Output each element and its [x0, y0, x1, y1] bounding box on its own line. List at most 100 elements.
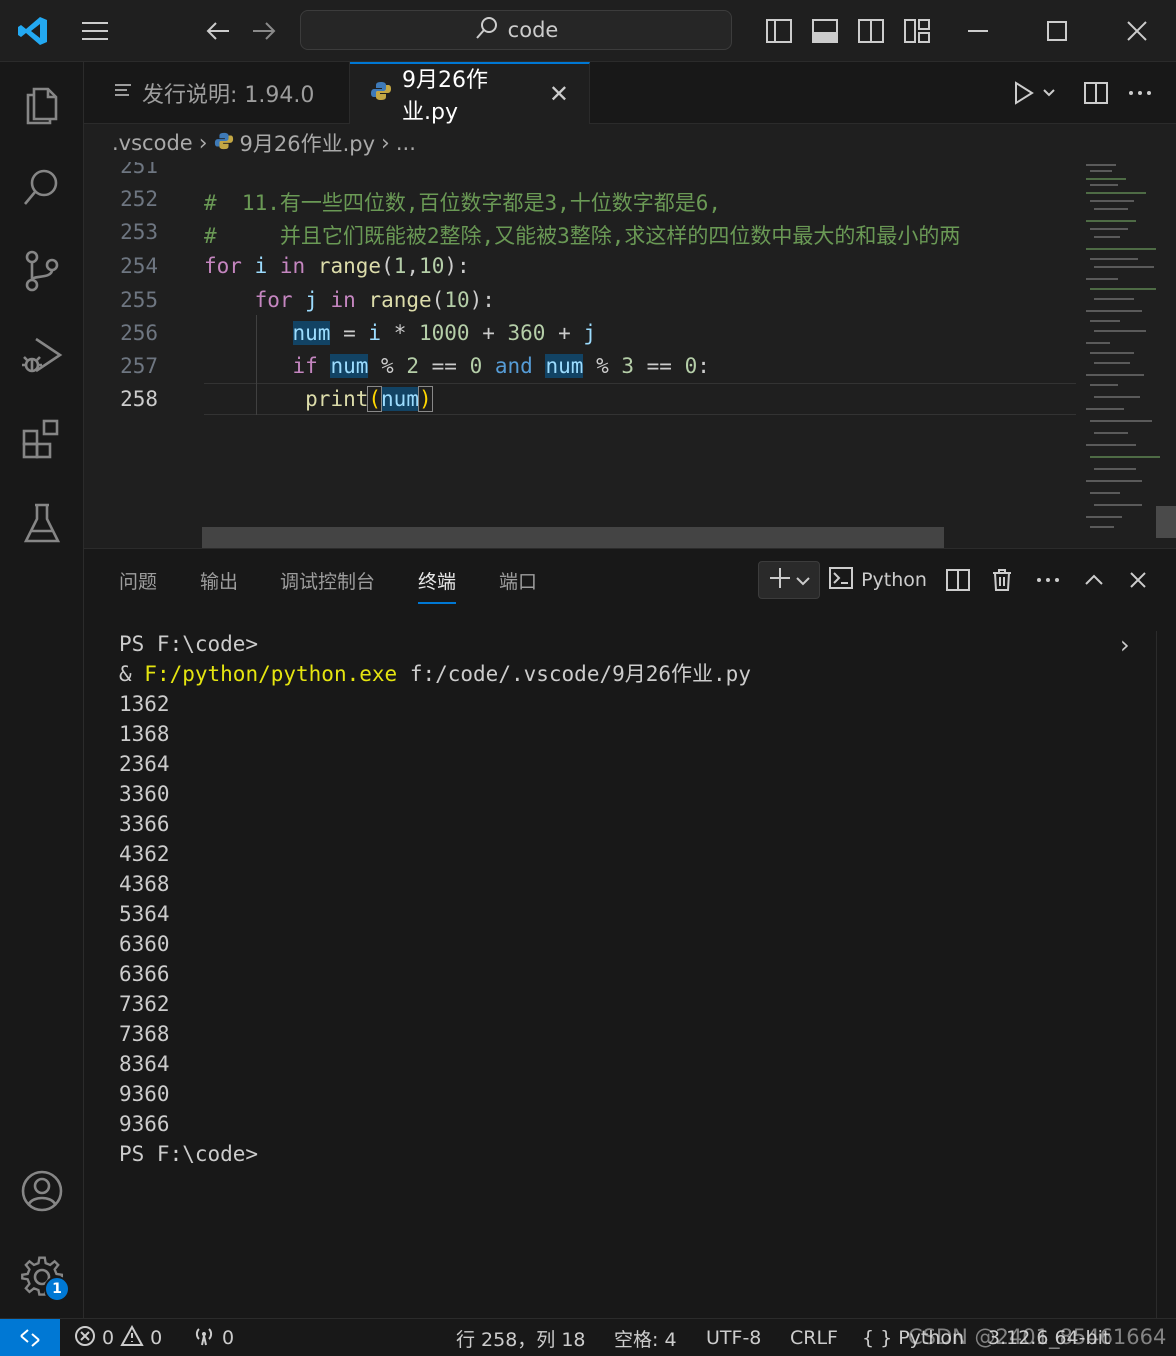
account-icon[interactable]: [0, 1156, 84, 1226]
end-of-line[interactable]: CRLF: [790, 1319, 838, 1356]
breadcrumb-more[interactable]: ...: [396, 131, 416, 155]
ports-count: 0: [222, 1327, 235, 1349]
split-editor-icon[interactable]: [1076, 62, 1116, 124]
close-icon[interactable]: ✕: [549, 80, 569, 108]
terminal-output-line: 3366: [119, 812, 170, 836]
terminal-output-line: 6366: [119, 962, 170, 986]
terminal-prompt: PS F:\code>: [119, 1142, 259, 1166]
tab-release-notes[interactable]: 发行说明: 1.94.0: [94, 62, 350, 124]
layout-customize-icon[interactable]: [898, 0, 936, 62]
terminal-prompt: PS F:\code>: [119, 632, 259, 656]
terminal-output-line: 1362: [119, 692, 170, 716]
minimap-slider[interactable]: [1156, 506, 1176, 538]
warning-icon: [120, 1324, 144, 1352]
editor-tab-bar: 发行说明: 1.94.0 9月26作业.py ✕: [84, 62, 1176, 125]
breadcrumb-file[interactable]: 9月26作业.py: [240, 128, 376, 158]
code-line-258: print(num): [305, 386, 433, 412]
terminal-icon: [829, 566, 854, 594]
layout-panel-icon[interactable]: [806, 0, 844, 62]
menu-icon[interactable]: [74, 0, 116, 62]
title-bar: code: [0, 0, 1176, 62]
terminal-output[interactable]: PS F:\code> & F:/python/python.exe f:/co…: [119, 629, 1119, 1169]
breadcrumb: .vscode › 9月26作业.py › ...: [84, 124, 1176, 162]
terminal-output-line: 5364: [119, 902, 170, 926]
source-control-icon[interactable]: [0, 236, 84, 306]
layout-sidebar-left-icon[interactable]: [760, 0, 798, 62]
code-line-251: """: [204, 162, 242, 172]
code-line-254: for i in range(1,10):: [204, 254, 470, 278]
settings-update-badge: 1: [44, 1276, 70, 1302]
code-line-255: for j in range(10):: [254, 288, 495, 312]
terminal-output-line: 7362: [119, 992, 170, 1016]
terminal-output-line: 9360: [119, 1082, 170, 1106]
trash-icon[interactable]: [984, 561, 1020, 599]
remote-icon[interactable]: [0, 1319, 60, 1356]
search-icon: [474, 15, 500, 46]
line-number: 252: [120, 187, 158, 211]
command-center-label: code: [507, 18, 559, 42]
terminal-scrollbar[interactable]: [1156, 631, 1176, 1319]
error-count: 0: [102, 1327, 115, 1349]
chevron-down-icon: [796, 569, 810, 591]
terminal-output-line: 7368: [119, 1022, 170, 1046]
watermark: CSDN @2401_85461664: [908, 1325, 1167, 1349]
terminal-output-line: 9366: [119, 1112, 170, 1136]
code-line-252: # 11.有一些四位数,百位数字都是3,十位数字都是6,: [204, 191, 722, 215]
command-center-search[interactable]: code: [300, 10, 732, 50]
chevron-up-icon[interactable]: [1076, 561, 1112, 599]
chevron-right-icon[interactable]: ›: [1120, 631, 1130, 659]
problems-status[interactable]: 0 0: [74, 1319, 162, 1356]
code-editor[interactable]: 251 252 253 254 255 256 257 258 """ # 11…: [84, 162, 1076, 548]
more-icon[interactable]: [1120, 62, 1160, 124]
extensions-icon[interactable]: [0, 404, 84, 474]
code-line-256: num = i * 1000 + 360 + j: [292, 321, 597, 345]
split-terminal-icon[interactable]: [940, 561, 976, 599]
search-icon[interactable]: [0, 152, 84, 222]
layout-sidebar-right-icon[interactable]: [852, 0, 890, 62]
terminal-output-line: 8364: [119, 1052, 170, 1076]
tab-active-file[interactable]: 9月26作业.py ✕: [350, 62, 590, 125]
tab-problems[interactable]: 问题: [119, 567, 157, 594]
terminal-shell-selector[interactable]: Python: [828, 561, 928, 599]
new-terminal-button[interactable]: [758, 561, 820, 599]
activity-bar: [0, 62, 84, 1318]
cursor-position[interactable]: 行 258，列 18: [456, 1319, 586, 1356]
terminal-output-line: 1368: [119, 722, 170, 746]
run-debug-icon[interactable]: [0, 320, 84, 390]
breadcrumb-folder[interactable]: .vscode: [112, 131, 193, 155]
arrow-left-icon[interactable]: [198, 0, 238, 62]
indentation[interactable]: 空格: 4: [614, 1319, 677, 1356]
maximize-icon[interactable]: [1037, 0, 1077, 62]
terminal-output-line: 3360: [119, 782, 170, 806]
minimize-icon[interactable]: [958, 0, 998, 62]
error-icon: [74, 1325, 96, 1352]
tab-output[interactable]: 输出: [200, 567, 238, 594]
code-line-257: if num % 2 == 0 and num % 3 == 0:: [292, 354, 710, 378]
minimap[interactable]: [1076, 162, 1176, 548]
files-icon[interactable]: [0, 68, 84, 138]
encoding[interactable]: UTF-8: [706, 1319, 761, 1356]
close-icon[interactable]: [1117, 0, 1157, 62]
line-number-current: 258: [120, 387, 158, 411]
testing-icon[interactable]: [0, 488, 84, 558]
run-icon[interactable]: [1004, 62, 1064, 124]
code-line-253: # 并且它们既能被2整除,又能被3整除,求这样的四位数中最大的和最小的两: [204, 224, 961, 248]
ports-status[interactable]: 0: [192, 1319, 234, 1356]
tab-label: 9月26作业.py: [402, 68, 488, 125]
terminal-output-line: 4362: [119, 842, 170, 866]
vscode-logo-icon: [12, 0, 54, 62]
horizontal-scrollbar[interactable]: [202, 527, 944, 548]
close-panel-icon[interactable]: [1120, 561, 1156, 599]
python-file-icon: [370, 80, 392, 108]
chevron-right-icon: ›: [381, 130, 390, 156]
arrow-right-icon[interactable]: [244, 0, 284, 62]
line-number: 251: [120, 162, 158, 178]
tab-terminal[interactable]: 终端: [418, 567, 457, 604]
plus-icon: [768, 566, 792, 595]
tab-debug-console[interactable]: 调试控制台: [280, 567, 375, 594]
tab-ports[interactable]: 端口: [499, 567, 537, 594]
more-icon[interactable]: [1030, 561, 1066, 599]
gear-icon[interactable]: [0, 1242, 84, 1312]
python-file-icon: [214, 131, 234, 156]
terminal-output-line: 6360: [119, 932, 170, 956]
